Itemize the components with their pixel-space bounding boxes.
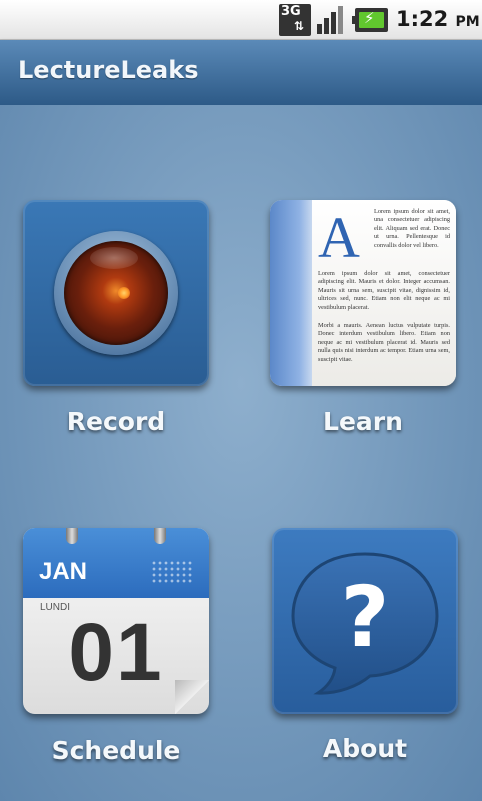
book-text-3: Morbi a mauris. Aenean luctus vulputate … <box>318 322 450 363</box>
clock-ampm: PM <box>455 14 480 30</box>
book-text-2: Lorem ipsum dolor sit amet, consectetuer… <box>318 270 450 311</box>
app-title: LectureLeaks <box>18 56 199 84</box>
clock-time: 1:22 <box>396 7 449 31</box>
home-grid: Record A Lorem ipsum dolor sit amet, una… <box>0 105 482 801</box>
battery-charging-icon: ⚡ <box>352 8 388 32</box>
about-tile[interactable]: ? About <box>272 528 458 778</box>
status-bar: 3G ⇅ ⚡ 1:22 PM <box>0 0 482 40</box>
calendar-month: JAN <box>39 558 88 585</box>
app-title-bar: LectureLeaks <box>0 40 482 105</box>
question-glyph: ? <box>341 568 390 666</box>
schedule-tile[interactable]: JAN LUNDI 01 Schedule <box>23 528 209 778</box>
signal-strength-icon <box>317 4 347 34</box>
3g-data-icon: 3G ⇅ <box>279 4 311 36</box>
clock: 1:22 PM <box>396 7 480 31</box>
learn-tile[interactable]: A Lorem ipsum dolor sit amet, una consec… <box>270 200 456 450</box>
record-tile[interactable]: Record <box>23 200 209 450</box>
book-initial: A <box>318 205 360 270</box>
book-text-1: Lorem ipsum dolor sit amet, una consecte… <box>374 208 450 249</box>
record-label[interactable]: Record <box>23 407 209 436</box>
schedule-label[interactable]: Schedule <box>23 736 209 765</box>
learn-label[interactable]: Learn <box>270 407 456 436</box>
book-icon[interactable]: A Lorem ipsum dolor sit amet, una consec… <box>270 200 456 386</box>
question-bubble-icon[interactable]: ? <box>272 528 458 714</box>
calendar-icon[interactable]: JAN LUNDI 01 <box>23 528 209 714</box>
about-label[interactable]: About <box>272 734 458 763</box>
record-lens-icon[interactable] <box>23 200 209 386</box>
network-type: 3G <box>281 4 301 19</box>
